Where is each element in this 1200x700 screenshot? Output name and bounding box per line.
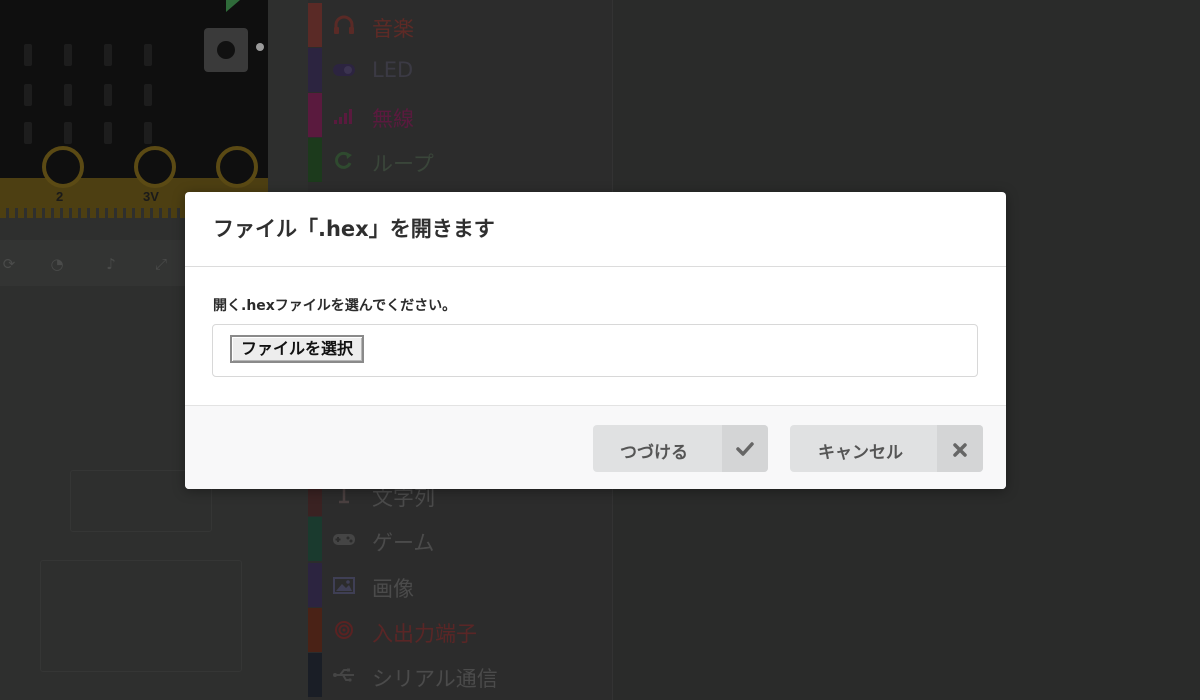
gamepad-icon — [332, 529, 356, 549]
led — [104, 122, 112, 144]
cancel-button-label: キャンセル — [818, 443, 903, 463]
pin-gnd-ring[interactable] — [216, 146, 258, 188]
pin-1-ring[interactable] — [42, 146, 84, 188]
slow-motion-icon[interactable]: ◔ — [48, 255, 66, 273]
category-label: 無線 — [372, 107, 414, 131]
toolbox-category-radio[interactable]: 無線 — [308, 93, 612, 137]
led — [144, 84, 152, 106]
image-icon — [332, 575, 356, 595]
close-icon — [937, 425, 983, 472]
board-outline-ghost — [40, 560, 242, 672]
target-icon — [332, 620, 356, 640]
category-color-bar — [308, 93, 322, 137]
led — [64, 84, 72, 106]
category-label: 入出力端子 — [372, 622, 477, 646]
usb-icon — [332, 665, 356, 685]
led — [104, 44, 112, 66]
pin-3v-ring[interactable] — [134, 146, 176, 188]
dialog-footer: つづける キャンセル — [185, 405, 1006, 489]
file-input-field[interactable]: ファイルを選択 — [212, 324, 978, 377]
led — [104, 84, 112, 106]
continue-button-label: つづける — [620, 443, 688, 463]
led — [24, 44, 32, 66]
category-label: ゲーム — [372, 531, 435, 555]
open-file-dialog: ファイル「.hex」を開きます 開く.hexファイルを選んでください。 ファイル… — [185, 192, 1006, 489]
category-color-bar — [308, 48, 322, 92]
toggle-icon — [332, 60, 356, 80]
choose-file-button[interactable]: ファイルを選択 — [230, 335, 365, 363]
category-color-bar — [308, 517, 322, 561]
refresh-icon — [332, 150, 356, 170]
headphones-icon — [332, 15, 356, 35]
led — [144, 122, 152, 144]
category-color-bar — [308, 608, 322, 652]
dialog-body: 開く.hexファイルを選んでください。 ファイルを選択 — [185, 267, 1006, 405]
toolbox-category-pins[interactable]: 入出力端子 — [308, 608, 612, 652]
category-color-bar — [308, 563, 322, 607]
toolbox-category-loops[interactable]: ループ — [308, 138, 612, 182]
dialog-header: ファイル「.hex」を開きます — [185, 192, 1006, 267]
category-color-bar — [308, 653, 322, 697]
cancel-button[interactable]: キャンセル — [790, 425, 983, 472]
category-label: ループ — [372, 152, 434, 176]
led — [24, 122, 32, 144]
board-button-b[interactable] — [204, 28, 248, 72]
signal-bars-icon — [332, 105, 356, 125]
dialog-title: ファイル「.hex」を開きます — [213, 217, 495, 241]
pin-label: 3V — [143, 189, 159, 204]
category-color-bar — [308, 138, 322, 182]
toolbox-category-game[interactable]: ゲーム — [308, 517, 612, 561]
restart-icon[interactable]: ⟳ — [0, 255, 18, 273]
toolbox-category-led[interactable]: LED — [308, 48, 612, 92]
fullscreen-icon[interactable]: ⤢ — [152, 255, 170, 273]
category-label: LED — [372, 58, 414, 82]
board-corner-marker — [226, 0, 240, 12]
led — [24, 84, 32, 106]
toolbox-category-music[interactable]: 音楽 — [308, 3, 612, 47]
continue-button[interactable]: つづける — [593, 425, 768, 472]
board-hole — [256, 43, 264, 51]
toolbox-category-images[interactable]: 画像 — [308, 563, 612, 607]
mute-icon[interactable]: ♪ — [102, 255, 120, 273]
led — [144, 44, 152, 66]
led — [64, 122, 72, 144]
category-color-bar — [308, 3, 322, 47]
microbit-board: 2 3V — [0, 0, 268, 218]
category-label: シリアル通信 — [372, 667, 498, 691]
category-label: 画像 — [372, 577, 414, 601]
led — [64, 44, 72, 66]
dialog-prompt: 開く.hexファイルを選んでください。 — [213, 298, 457, 314]
checkmark-icon — [722, 425, 768, 472]
pin-label: 2 — [56, 189, 64, 204]
toolbox-category-serial[interactable]: シリアル通信 — [308, 653, 612, 697]
category-label: 音楽 — [372, 17, 414, 41]
